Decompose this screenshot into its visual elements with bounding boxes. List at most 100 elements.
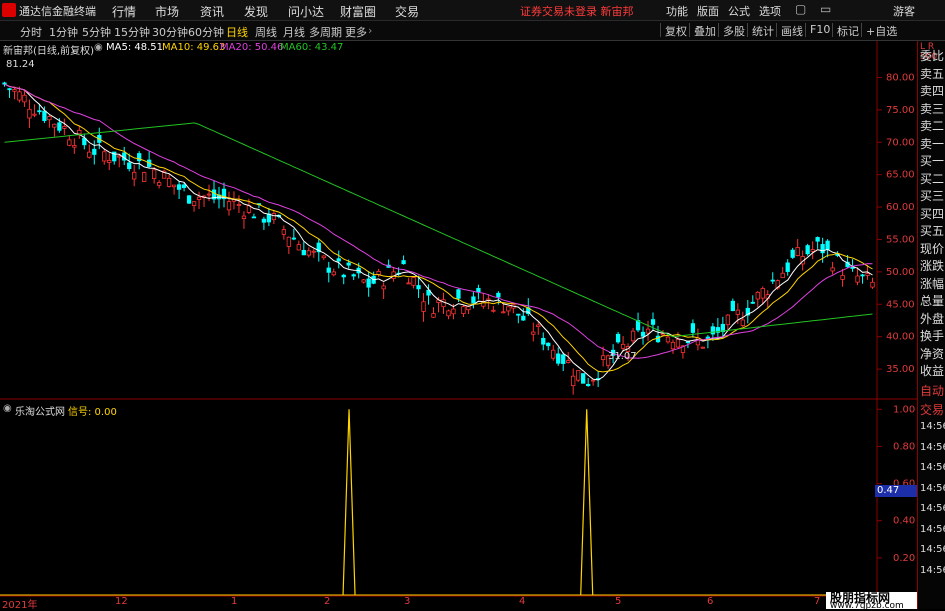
y-tick-label: 80.00 [886,72,915,83]
quote-label: 卖一 [920,136,945,151]
candle-body [476,288,481,293]
y-tick-label: 45.00 [886,299,915,310]
candle-body [87,151,92,158]
candle-body [615,333,621,343]
quote-label: 收益 [920,364,945,378]
candle-body [840,275,845,280]
candle-body [176,184,182,190]
candle-body [586,383,591,387]
candle-body [196,196,202,200]
candle-body [57,122,62,131]
y-tick-label: 55.00 [886,234,915,245]
candle-body [236,204,242,206]
trade-label[interactable]: 交易 [920,401,944,418]
candle-body [241,215,247,219]
candle-body [556,353,561,364]
candle-body [536,324,541,328]
candle-body [22,94,27,103]
candle-body [780,272,785,279]
candle-body [640,331,646,337]
x-tick-label: 5 [615,596,622,607]
signal-series [0,409,877,596]
candle-body [127,162,132,170]
candle-body [546,342,551,347]
candle-body [406,282,411,285]
candle-body [2,82,7,85]
candle-body [291,237,296,240]
candle-body [690,323,696,333]
candle-body [226,201,232,211]
quote-label: 换手 [920,329,945,343]
candle-body [675,338,681,348]
quote-label: 卖四 [920,84,945,98]
candle-body [860,274,865,277]
main-y-axis: 80.00 75.00 70.00 65.00 60.00 55.00 50.00 45.00… [877,72,915,375]
quote-label: 卖二 [920,119,945,133]
candle-body [815,237,820,242]
y-tick-label: 35.00 [886,364,915,375]
sub-indicator-dropdown-icon[interactable]: ◉ [3,403,12,414]
candle-body [471,296,476,304]
candle-body [790,249,795,258]
candle-body [117,155,122,158]
candle-body [496,292,501,298]
trade-time: 14:56 [920,523,945,535]
quote-label: 现价 [920,241,945,256]
high-marker: 81.24 [6,59,35,70]
candle-body [296,244,301,251]
candle-body [52,123,57,128]
x-tick-label: 7 [814,596,821,607]
quote-label: 买三 [920,189,945,203]
candle-body [581,373,586,384]
candle-body [62,126,67,129]
current-value-badge: 0.47 [875,485,917,497]
trade-label[interactable]: 自动 [920,382,944,399]
candle-body [361,279,366,283]
low-marker: 31.07 [608,351,637,362]
quote-label: 总量 [920,294,945,308]
quote-label: 买五 [920,224,945,238]
trade-time: 14:56 [920,441,945,453]
candle-body [810,249,815,252]
chart-canvas[interactable]: 80.00 75.00 70.00 65.00 60.00 55.00 50.00 45.00… [0,0,945,609]
candle-body [541,337,546,345]
candle-body [760,288,765,299]
candle-body [630,330,636,342]
quote-label: 买四 [920,206,945,221]
x-tick-label: 12 [115,596,128,607]
candle-body [735,309,740,315]
x-tick-label: 1 [231,596,238,607]
candle-body [351,274,356,277]
ma20-line [4,83,873,359]
candle-body [47,116,52,121]
candle-body [181,184,187,188]
sub-chart-title: 乐淘公式网 [15,407,65,418]
candle-body [825,240,830,250]
trade-time: 14:56 [920,462,945,473]
candle-body [142,172,147,182]
candle-body [401,260,406,265]
candle-body [166,177,172,187]
sub-y-tick-label: 0.80 [893,441,915,452]
candle-body [820,244,825,254]
candle-body [730,300,735,312]
candle-body [785,262,790,272]
candle-body [346,262,351,266]
candle-body [281,229,287,235]
candle-body [750,301,755,304]
trade-time: 14:56 [920,544,945,555]
trade-time: 14:56 [920,503,945,514]
candle-body [645,328,651,334]
quote-label: 卖三 [920,101,945,116]
candle-body [755,291,760,300]
quote-label: 外盘 [920,311,945,326]
sub-y-tick-label: 0.20 [893,553,915,564]
candle-body [561,354,566,364]
signal-spike [342,409,356,596]
candle-body [171,184,177,188]
candle-body [32,113,37,116]
candle-body [855,275,860,283]
candle-body [600,355,606,360]
candle-body [795,247,800,256]
candle-body [516,313,521,316]
